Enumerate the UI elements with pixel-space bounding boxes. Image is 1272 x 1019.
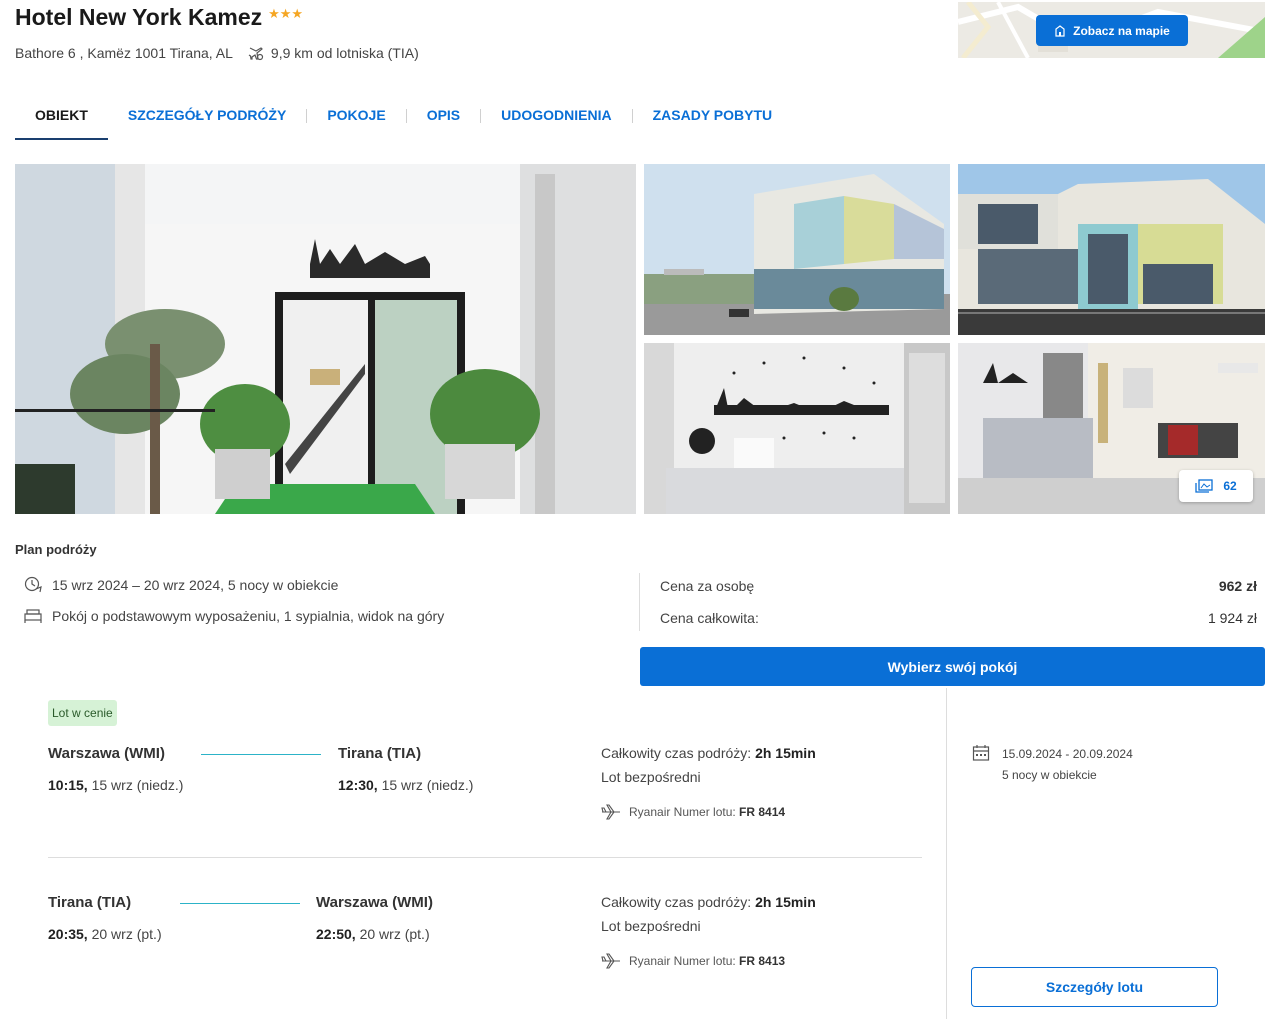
total-price: 1 924 zł (1207, 610, 1257, 626)
return-arrival: 22:50, 20 wrz (pt.) (316, 926, 430, 942)
return-departure: 20:35, 20 wrz (pt.) (48, 926, 162, 942)
outbound-flight-number: Ryanair Numer lotu: FR 8414 (601, 803, 785, 821)
plan-dates-row: 15 wrz 2024 – 20 wrz 2024, 5 nocy w obie… (24, 576, 338, 594)
gallery-icon (1195, 479, 1213, 493)
tab-bar: OBIEKT SZCZEGÓŁY PODRÓŻY POKOJE OPIS UDO… (15, 95, 792, 140)
plane-icon (601, 804, 620, 820)
address-line: Bathore 6 , Kamëz 1001 Tirana, AL 9,9 km… (15, 44, 419, 62)
map-pin-icon (1055, 24, 1065, 37)
tab-zasady-pobytu[interactable]: ZASADY POBYTU (633, 95, 793, 140)
plan-room: Pokój o podstawowym wyposażeniu, 1 sypia… (52, 608, 445, 624)
plan-title: Plan podróży (15, 542, 97, 557)
price-per-person-label: Cena za osobę (660, 578, 755, 594)
tab-szczegoly-podrozy[interactable]: SZCZEGÓŁY PODRÓŻY (108, 95, 306, 140)
flight-details-button[interactable]: Szczegóły lotu (971, 967, 1218, 1007)
tab-obiekt[interactable]: OBIEKT (15, 95, 108, 140)
calendar-icon (972, 745, 990, 761)
flights-divider (48, 857, 922, 858)
airport-distance: 9,9 km od lotniska (TIA) (247, 44, 419, 62)
hotel-name: Hotel New York Kamez (15, 4, 263, 30)
gallery-count-button[interactable]: 62 (1179, 470, 1253, 502)
bed-icon (24, 609, 42, 623)
select-room-button[interactable]: Wybierz swój pokój (640, 647, 1265, 686)
trip-dates-box: 15.09.2024 - 20.09.2024 5 nocy w obiekci… (972, 744, 1133, 786)
tab-pokoje[interactable]: POKOJE (307, 95, 405, 140)
outbound-from: Warszawa (WMI) (48, 745, 165, 762)
gallery-count: 62 (1223, 479, 1237, 493)
total-price-label: Cena całkowita: (660, 610, 759, 626)
outbound-type: Lot bezpośredni (601, 769, 701, 785)
airport-distance-icon (248, 47, 264, 61)
hotel-photo-exterior-1[interactable] (644, 164, 950, 335)
outbound-route-line (201, 754, 321, 755)
return-to: Warszawa (WMI) (316, 894, 433, 911)
hotel-title: Hotel New York Kamez ★★★ (15, 4, 303, 31)
calendar-icon (24, 576, 42, 593)
hotel-photo-main[interactable] (15, 164, 636, 514)
airport-distance-text: 9,9 km od lotniska (TIA) (270, 45, 419, 61)
hotel-photo-reception-1[interactable] (644, 343, 950, 514)
plan-room-row: Pokój o podstawowym wyposażeniu, 1 sypia… (24, 608, 444, 624)
outbound-to: Tirana (TIA) (338, 745, 422, 762)
show-on-map-label: Zobacz na mapie (1073, 23, 1170, 38)
trip-date-range: 15.09.2024 - 20.09.2024 (1002, 747, 1133, 761)
hotel-address: Bathore 6 , Kamëz 1001 Tirana, AL (15, 45, 233, 61)
return-from: Tirana (TIA) (48, 894, 132, 911)
return-route-line (180, 903, 300, 904)
outbound-departure: 10:15, 15 wrz (niedz.) (48, 777, 184, 793)
return-flight-number: Ryanair Numer lotu: FR 8413 (601, 952, 785, 970)
outbound-arrival: 12:30, 15 wrz (niedz.) (338, 777, 474, 793)
return-type: Lot bezpośredni (601, 918, 701, 934)
plane-icon (601, 953, 620, 969)
flights-right-divider (946, 688, 947, 1019)
tab-udogodnienia[interactable]: UDOGODNIENIA (481, 95, 631, 140)
flight-included-badge: Lot w cenie (48, 700, 117, 726)
plan-dates: 15 wrz 2024 – 20 wrz 2024, 5 nocy w obie… (52, 577, 339, 593)
plan-divider (639, 573, 640, 631)
show-on-map-button[interactable]: Zobacz na mapie (1036, 15, 1188, 46)
hotel-photo-exterior-2[interactable] (958, 164, 1265, 335)
star-rating: ★★★ (268, 5, 304, 21)
price-per-person: 962 zł (1218, 578, 1257, 594)
trip-nights: 5 nocy w obiekcie (1002, 768, 1097, 782)
outbound-duration: Całkowity czas podróży: 2h 15min (601, 745, 816, 761)
return-duration: Całkowity czas podróży: 2h 15min (601, 894, 816, 910)
tab-opis[interactable]: OPIS (407, 95, 480, 140)
